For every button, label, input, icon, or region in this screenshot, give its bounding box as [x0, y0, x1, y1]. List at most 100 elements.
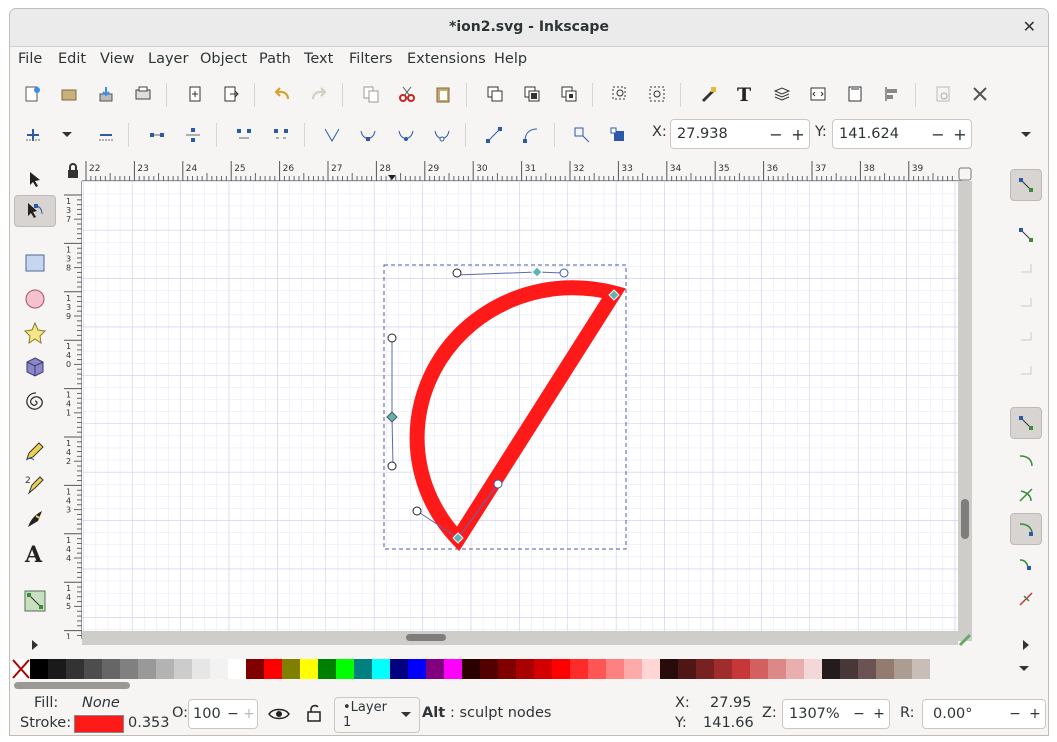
snap-bbox-corner-icon[interactable]: [1010, 287, 1042, 319]
menu-text[interactable]: Text: [304, 51, 333, 67]
snap-bbox-edge-icon[interactable]: [1010, 253, 1042, 285]
node-tool-icon[interactable]: [14, 195, 56, 227]
palette-swatch[interactable]: [210, 659, 228, 679]
segment-to-line-icon[interactable]: [482, 123, 506, 147]
palette-swatch[interactable]: [678, 659, 696, 679]
calligraphy-tool-icon[interactable]: [14, 503, 56, 535]
open-file-icon[interactable]: [57, 82, 81, 106]
palette-swatch[interactable]: [498, 659, 516, 679]
menu-filters[interactable]: Filters: [349, 51, 392, 67]
lock-guides-icon[interactable]: [64, 161, 82, 181]
copy-icon[interactable]: [359, 82, 383, 106]
horizontal-scrollbar[interactable]: [82, 631, 958, 645]
auto-smooth-node-icon[interactable]: [430, 123, 454, 147]
palette-swatch[interactable]: [336, 659, 354, 679]
node-y-field[interactable]: 141.624 − +: [832, 119, 972, 149]
palette-swatch[interactable]: [354, 659, 372, 679]
palette-swatch[interactable]: [84, 659, 102, 679]
symmetric-node-icon[interactable]: [394, 123, 418, 147]
no-paint-swatch[interactable]: [12, 659, 30, 679]
toolbar-overflow-icon[interactable]: [1014, 123, 1038, 147]
palette-swatch[interactable]: [462, 659, 480, 679]
snap-bbox-midpoint-icon[interactable]: [1010, 321, 1042, 353]
drawing-canvas[interactable]: [82, 181, 958, 633]
export-icon[interactable]: [219, 82, 243, 106]
toggle-visibility-icon[interactable]: [268, 705, 290, 727]
zoom-selection-icon[interactable]: [608, 82, 632, 106]
break-path-icon[interactable]: [181, 123, 205, 147]
snap-bbox-center-icon[interactable]: [1010, 355, 1042, 387]
node-x-decrement-button[interactable]: −: [765, 125, 787, 144]
stroke-width-value[interactable]: 0.353: [128, 715, 170, 731]
connector-tool-icon[interactable]: [14, 585, 56, 617]
palette-swatch[interactable]: [192, 659, 210, 679]
palette-swatch[interactable]: [912, 659, 930, 679]
text-tool-icon[interactable]: A: [14, 537, 56, 569]
menu-object[interactable]: Object: [200, 51, 247, 67]
palette-swatch[interactable]: [588, 659, 606, 679]
palette-swatch[interactable]: [624, 659, 642, 679]
layers-icon[interactable]: [770, 82, 794, 106]
snap-bar-expand-icon[interactable]: [1010, 629, 1042, 661]
toggle-lock-icon[interactable]: [306, 703, 322, 727]
close-window-button[interactable]: ✕: [1023, 17, 1036, 36]
insert-node-dropdown-icon[interactable]: [55, 123, 79, 147]
rotation-value[interactable]: 0.00°: [923, 706, 1005, 722]
palette-menu-icon[interactable]: [1018, 663, 1030, 681]
palette-swatch[interactable]: [66, 659, 84, 679]
menu-edit[interactable]: Edit: [58, 51, 86, 67]
palette-swatch[interactable]: [156, 659, 174, 679]
snap-paths-icon[interactable]: [1010, 445, 1042, 477]
rotation-increment-button[interactable]: +: [1025, 706, 1045, 722]
zoom-in-button[interactable]: +: [869, 706, 889, 722]
palette-swatch[interactable]: [516, 659, 534, 679]
node-handle[interactable]: [493, 479, 503, 489]
node-handle[interactable]: [559, 268, 569, 278]
node-handle[interactable]: [452, 268, 462, 278]
palette-swatch[interactable]: [696, 659, 714, 679]
palette-swatch[interactable]: [822, 659, 840, 679]
palette-swatch[interactable]: [372, 659, 390, 679]
text-font-icon[interactable]: T: [733, 82, 757, 106]
tool-settings-icon[interactable]: [968, 82, 992, 106]
palette-swatch[interactable]: [30, 659, 48, 679]
rotation-decrement-button[interactable]: −: [1005, 706, 1025, 722]
palette-swatch[interactable]: [840, 659, 858, 679]
new-document-icon[interactable]: [20, 82, 44, 106]
palette-swatch[interactable]: [552, 659, 570, 679]
snap-intersections-icon[interactable]: [1010, 479, 1042, 511]
undo-icon[interactable]: [270, 82, 294, 106]
ellipse-tool-icon[interactable]: [14, 283, 56, 315]
palette-swatch[interactable]: [642, 659, 660, 679]
zoom-field[interactable]: 1307% − +: [782, 699, 890, 729]
pen-tool-icon[interactable]: 2: [14, 469, 56, 501]
print-icon[interactable]: [131, 82, 155, 106]
opacity-decrement-button[interactable]: −: [225, 706, 241, 722]
palette-swatch[interactable]: [264, 659, 282, 679]
delete-node-icon[interactable]: [94, 123, 118, 147]
cut-icon[interactable]: [395, 82, 419, 106]
node-x-value[interactable]: 27.938: [671, 126, 765, 142]
snap-nodes-icon[interactable]: [1010, 407, 1042, 439]
snap-bbox-icon[interactable]: [1010, 219, 1042, 251]
clone-icon[interactable]: [520, 82, 544, 106]
menu-layer[interactable]: Layer: [148, 51, 188, 67]
opacity-field[interactable]: 100 − +: [188, 699, 258, 729]
menu-path[interactable]: Path: [259, 51, 291, 67]
palette-swatch[interactable]: [894, 659, 912, 679]
palette-scrollbar[interactable]: [14, 682, 130, 689]
snap-cusp-nodes-icon[interactable]: [1010, 513, 1042, 545]
palette-swatch[interactable]: [732, 659, 750, 679]
horizontal-scroll-thumb[interactable]: [406, 634, 446, 641]
vertical-scrollbar[interactable]: [958, 181, 972, 641]
palette-swatch[interactable]: [228, 659, 246, 679]
node-x-increment-button[interactable]: +: [787, 125, 809, 144]
palette-swatch[interactable]: [282, 659, 300, 679]
insert-node-icon[interactable]: [21, 123, 45, 147]
snap-midpoints-icon[interactable]: [1010, 583, 1042, 615]
save-as-icon[interactable]: [183, 82, 207, 106]
opacity-value[interactable]: 100: [189, 706, 225, 722]
node-y-decrement-button[interactable]: −: [927, 125, 949, 144]
palette-swatch[interactable]: [714, 659, 732, 679]
align-distribute-icon[interactable]: [880, 82, 904, 106]
